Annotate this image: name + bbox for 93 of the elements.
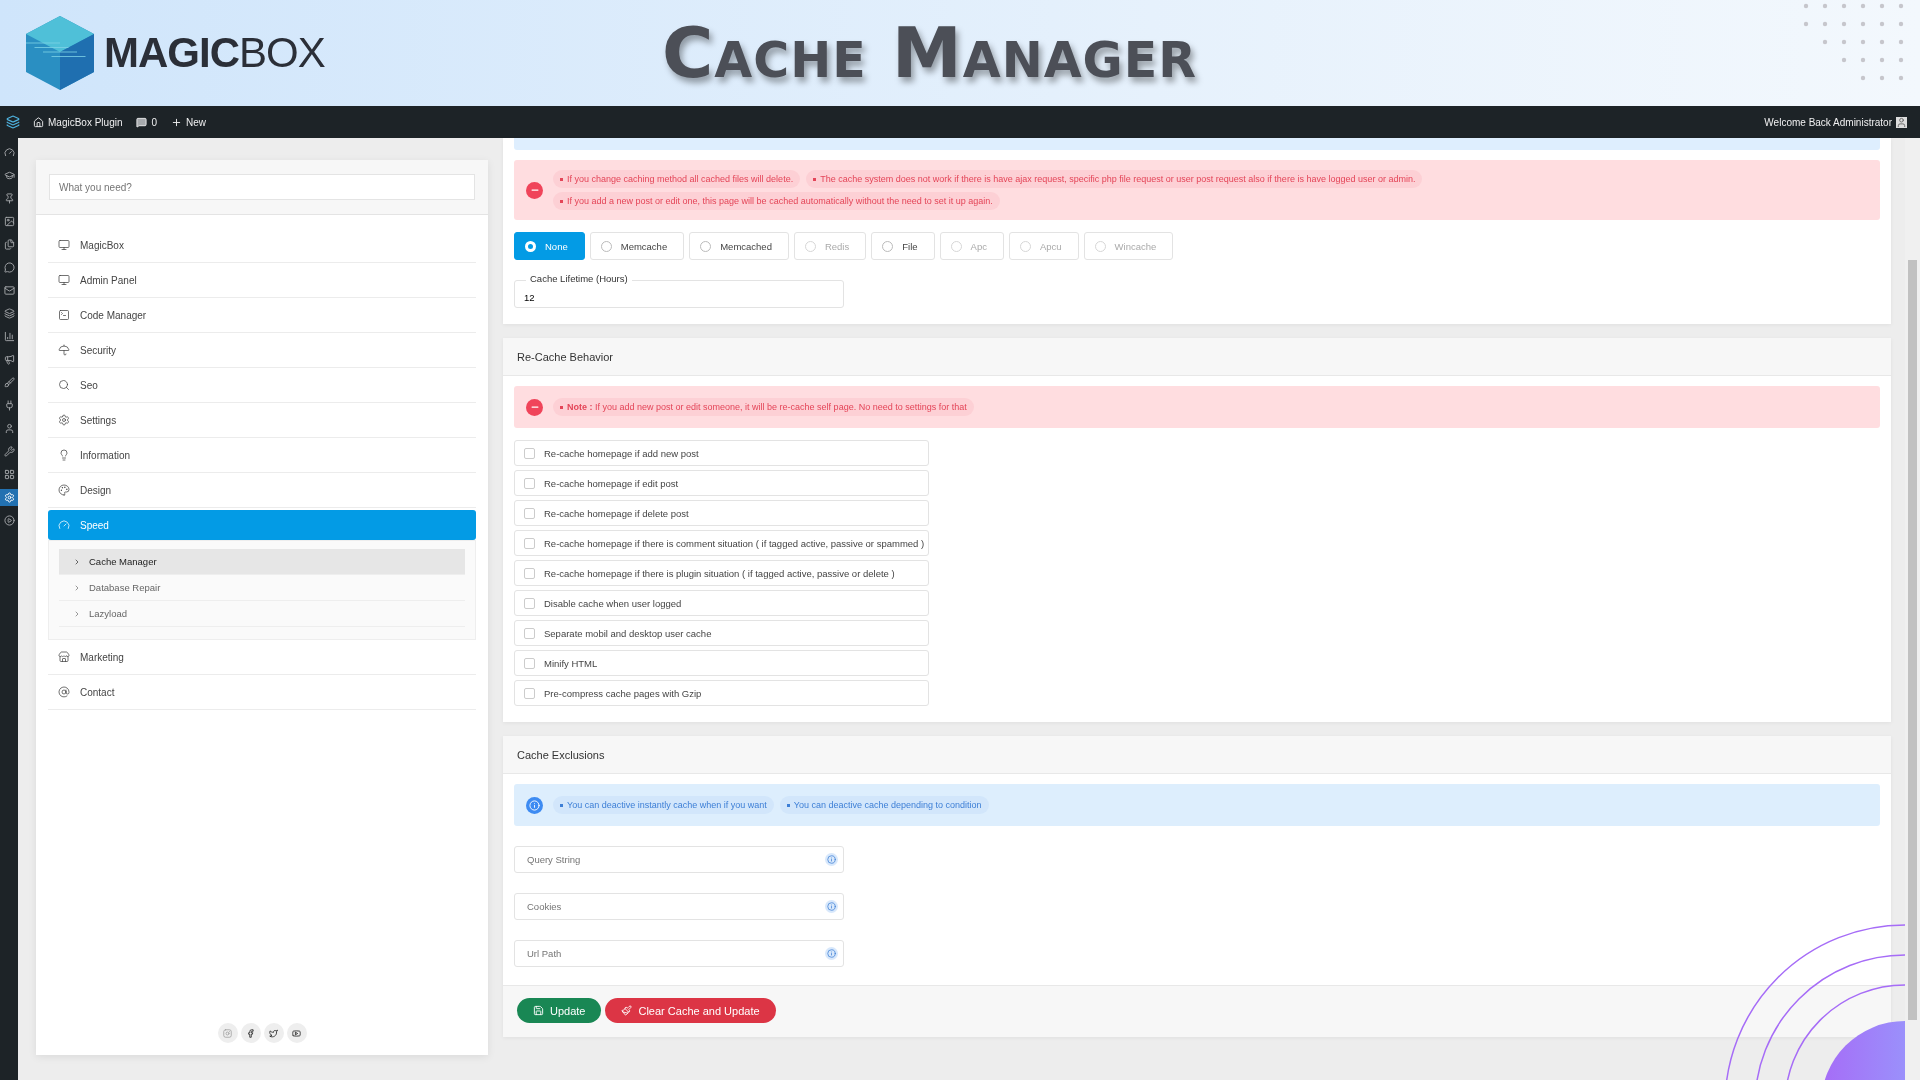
menu-glyph-icon bbox=[3, 193, 15, 204]
menu-glyph-icon bbox=[3, 515, 15, 526]
sidebar-item[interactable]: Code Manager bbox=[48, 298, 476, 333]
checkbox-option[interactable]: Re-cache homepage if there is comment situation ( if tagged active, passive or spammed ) bbox=[514, 530, 929, 556]
menu-glyph-icon bbox=[3, 285, 15, 296]
info-glyph-icon bbox=[827, 949, 836, 958]
menu-glyph-icon bbox=[3, 423, 15, 434]
update-button[interactable]: Update bbox=[517, 998, 602, 1023]
menu-glyph-icon bbox=[3, 331, 15, 342]
sidebar-item[interactable]: Security bbox=[48, 333, 476, 368]
alert-message: Note : If you add new post or edit someone, it will be re-cache self page. No need to settings for that bbox=[553, 398, 974, 416]
menu-glyph-icon bbox=[3, 469, 15, 480]
clear-cache-button[interactable]: Clear Cache and Update bbox=[605, 998, 776, 1023]
chevron-right-icon bbox=[73, 609, 81, 618]
brush-icon bbox=[621, 1005, 633, 1016]
glyph-icon bbox=[223, 1028, 232, 1038]
umbrella-icon bbox=[58, 344, 70, 356]
search-icon bbox=[58, 379, 70, 391]
page-title: Cache Manager bbox=[662, 12, 1198, 94]
facebook-icon[interactable] bbox=[240, 1023, 261, 1043]
submenu-item[interactable]: Cache Manager bbox=[59, 549, 465, 575]
glyph-icon bbox=[292, 1028, 301, 1038]
alert-message: If you change caching method all cached files will delete. bbox=[553, 170, 801, 188]
sidebar-item[interactable]: Information bbox=[48, 438, 476, 473]
checkbox-option[interactable]: Disable cache when user logged bbox=[514, 590, 929, 616]
checkbox-option[interactable]: Minify HTML bbox=[514, 650, 929, 676]
twitter-icon[interactable] bbox=[263, 1023, 284, 1043]
youtube-icon[interactable] bbox=[286, 1023, 307, 1043]
user-icon bbox=[1896, 116, 1907, 128]
menu-glyph-icon bbox=[3, 377, 15, 388]
menu-glyph-icon bbox=[3, 239, 15, 250]
layers-logo-icon[interactable] bbox=[6, 115, 20, 129]
menu-glyph-icon bbox=[3, 354, 15, 365]
alert-message: If you add a new post or edit one, this page will be cached automatically without the need to set it up again. bbox=[553, 192, 1000, 210]
sidebar-item[interactable]: Seo bbox=[48, 368, 476, 403]
sidebar-item[interactable]: Settings bbox=[48, 403, 476, 438]
card-title: Re-Cache Behavior bbox=[503, 338, 1891, 376]
exclusion-field[interactable]: Query String bbox=[514, 846, 844, 873]
menu-glyph-icon bbox=[3, 216, 15, 227]
checkbox-option[interactable]: Re-cache homepage if delete post bbox=[514, 500, 929, 526]
checkbox-option[interactable]: Re-cache homepage if edit post bbox=[514, 470, 929, 496]
card-title: Cache Exclusions bbox=[503, 736, 1891, 774]
menu-glyph-icon bbox=[3, 446, 15, 457]
terminal-icon bbox=[58, 309, 70, 321]
radio-option[interactable]: Memcache bbox=[589, 232, 685, 260]
field-label: Cache Lifetime (Hours) bbox=[526, 273, 632, 284]
site-link[interactable]: MagicBox Plugin bbox=[26, 116, 130, 128]
sidebar-item[interactable]: Marketing bbox=[48, 640, 476, 675]
palette-icon bbox=[58, 484, 70, 496]
exclusion-field[interactable]: Url Path bbox=[514, 940, 844, 967]
menu-glyph-icon bbox=[3, 308, 15, 319]
radio-option[interactable]: File bbox=[871, 232, 935, 260]
menu-glyph-icon bbox=[3, 170, 15, 181]
alert-message: You can deactive instantly cache when if you want bbox=[553, 796, 774, 814]
chevron-right-icon bbox=[73, 583, 81, 592]
chevron-right-icon bbox=[73, 557, 81, 566]
monitor-icon bbox=[58, 274, 70, 286]
sidebar-item[interactable]: MagicBox bbox=[48, 228, 476, 263]
sidebar-item[interactable]: Admin Panel bbox=[48, 263, 476, 298]
save-icon bbox=[533, 1005, 544, 1016]
sidebar-item[interactable]: Contact bbox=[48, 675, 476, 710]
checkbox-option[interactable]: Separate mobil and desktop user cache bbox=[514, 620, 929, 646]
comment-icon bbox=[136, 116, 148, 128]
menu-glyph-icon bbox=[3, 147, 15, 158]
glyph-icon bbox=[246, 1028, 255, 1038]
logo-text: MAGICBOX bbox=[104, 29, 325, 77]
info-glyph-icon bbox=[827, 855, 836, 864]
radio-option[interactable]: Memcached bbox=[689, 232, 789, 260]
menu-icon[interactable] bbox=[0, 489, 18, 506]
exclusion-field[interactable]: Cookies bbox=[514, 893, 844, 920]
menu-glyph-icon bbox=[3, 492, 15, 503]
alert-message: The cache system does not work if there is have ajax request, specific php file request or user post request also if there is have logged user or admin. bbox=[806, 170, 1423, 188]
home-icon bbox=[33, 116, 44, 128]
alert-message: You can deactive cache depending to condition bbox=[779, 796, 989, 814]
checkbox-option[interactable]: Re-cache homepage if there is plugin situation ( if tagged active, passive or delete ) bbox=[514, 560, 929, 586]
menu-glyph-icon bbox=[3, 262, 15, 273]
new-link[interactable]: New bbox=[164, 116, 214, 128]
sidebar-item[interactable]: Design bbox=[48, 473, 476, 508]
monitor-icon bbox=[58, 239, 70, 251]
store-icon bbox=[58, 651, 70, 663]
settings-icon bbox=[58, 414, 70, 426]
welcome-link[interactable]: Welcome Back Administrator bbox=[1757, 116, 1914, 128]
menu-glyph-icon bbox=[3, 400, 15, 411]
search-field[interactable]: What you need? bbox=[49, 174, 475, 200]
checkbox-option[interactable]: Pre-compress cache pages with Gzip bbox=[514, 680, 929, 706]
at-sign-icon bbox=[58, 686, 70, 698]
comments-link[interactable]: 0 bbox=[129, 116, 165, 128]
checkbox-option[interactable]: Re-cache homepage if add new post bbox=[514, 440, 929, 466]
glyph-icon bbox=[269, 1028, 278, 1038]
gauge-icon bbox=[58, 519, 70, 531]
info-glyph-icon bbox=[827, 902, 836, 911]
plus-icon bbox=[171, 116, 183, 128]
lightbulb-icon bbox=[58, 449, 70, 461]
